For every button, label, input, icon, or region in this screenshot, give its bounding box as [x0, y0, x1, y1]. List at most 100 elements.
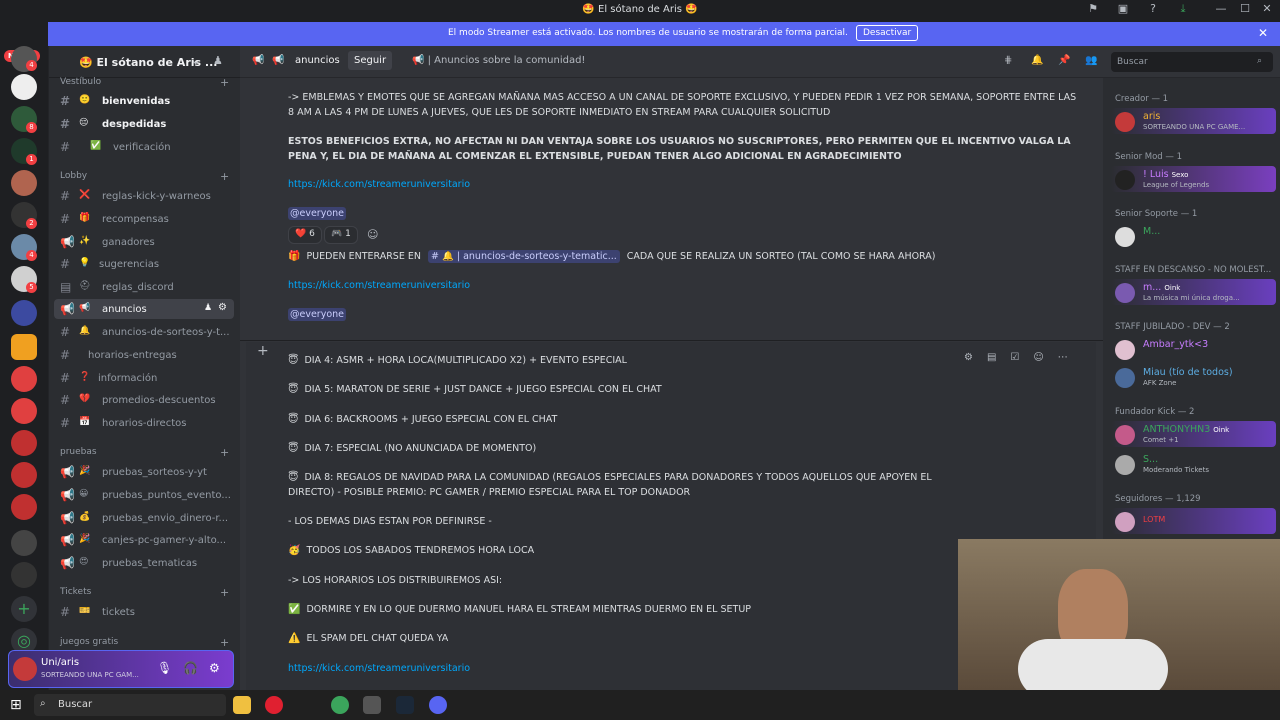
server-icon[interactable]	[11, 430, 37, 456]
windows-start-icon[interactable]: ⊞	[10, 697, 22, 713]
webcam-overlay	[958, 539, 1280, 699]
channel-ganadores[interactable]: 📢 ✨ ganadores	[54, 232, 234, 252]
member-item[interactable]: m... Oink La música mi única droga...	[1111, 279, 1276, 305]
opera-icon[interactable]	[265, 696, 283, 714]
channel-promedios-descuentos[interactable]: # 💔 promedios-descuentos	[54, 390, 234, 410]
server-icon[interactable]	[11, 366, 37, 392]
members-icon[interactable]: 👥	[1085, 55, 1097, 66]
channel-informacion[interactable]: # ❓ información	[54, 368, 234, 388]
everyone-mention[interactable]: @everyone	[288, 308, 347, 321]
search-input[interactable]: Buscar ⌕	[1111, 52, 1273, 72]
channel-emoji: 📢	[272, 55, 285, 66]
minimize-icon[interactable]: —	[1212, 2, 1230, 20]
channel-anuncios[interactable]: 📢 📢 anuncios ♟ ⚙	[54, 299, 234, 319]
avatar	[1115, 340, 1135, 360]
reaction-heart[interactable]: ❤️ 6	[288, 226, 322, 244]
schedule-line: 😇 DIA 7: ESPECIAL (NO ANUNCIADA DE MOMENT…	[288, 443, 537, 454]
channel-name: anuncios	[295, 55, 340, 66]
channel-topic: 📢 | Anuncios sobre la comunidad!	[412, 55, 586, 66]
member-item[interactable]: M...	[1111, 223, 1276, 249]
microphone-icon[interactable]: 🎙	[157, 661, 172, 675]
bell-icon[interactable]: 🔔	[1031, 55, 1043, 66]
channel-verificacion[interactable]: # ✅ verificación	[54, 137, 234, 157]
server-icon[interactable]	[11, 300, 37, 326]
chrome-icon[interactable]	[331, 696, 349, 714]
member-item[interactable]: ANTHONYHN3 Oink Comet +1	[1111, 421, 1276, 447]
add-member-icon[interactable]: ♟	[213, 54, 223, 67]
message-paragraph: - LOS DEMAS DIAS ESTAN POR DEFINIRSE -	[288, 516, 492, 527]
screen-icon[interactable]: ▣	[1114, 2, 1132, 20]
plus-icon[interactable]: +	[257, 343, 269, 359]
pin-icon[interactable]: 📌	[1058, 55, 1070, 66]
discord-icon[interactable]	[429, 696, 447, 714]
channel-pruebas-tematicas[interactable]: 📢 😍 pruebas_tematicas	[54, 553, 234, 573]
category-vestibulo[interactable]: Vestíbulo +	[60, 76, 229, 89]
channel-reglas-kick[interactable]: # ❌ reglas-kick-y-warneos	[54, 186, 234, 206]
follow-button[interactable]: Seguir	[348, 51, 393, 70]
member-item[interactable]: Ambar_ytk<3	[1111, 336, 1276, 362]
add-member-icon[interactable]: ♟	[204, 303, 212, 313]
headphones-icon[interactable]: 🎧	[183, 661, 198, 675]
channel-recompensas[interactable]: # 🎁 recompensas	[54, 209, 234, 229]
channel-reglas-discord[interactable]: ▤ ⛑ reglas_discord	[54, 277, 234, 297]
add-reaction-icon[interactable]: ☺	[367, 228, 378, 241]
member-item[interactable]: ! Luis Sexo League of Legends	[1111, 166, 1276, 192]
category-pruebas[interactable]: pruebas +	[60, 446, 229, 459]
download-icon[interactable]: ⤓	[1174, 2, 1192, 20]
category-lobby[interactable]: Lobby +	[60, 170, 229, 183]
channel-pruebas-envio[interactable]: 📢 💰 pruebas_envio_dinero-r...	[54, 508, 234, 528]
app-icon[interactable]	[363, 696, 381, 714]
avatar	[1115, 170, 1135, 190]
category-tickets[interactable]: Tickets +	[60, 586, 229, 599]
role-header: Senior Soporte — 1	[1115, 209, 1198, 219]
schedule-line: 😇 DIA 5: MARATON DE SERIE + JUST DANCE + …	[288, 384, 662, 395]
message-link[interactable]: https://kick.com/streameruniversitario	[288, 177, 1078, 192]
threads-icon[interactable]: ⋕	[1004, 55, 1012, 66]
member-item[interactable]: Miau (tío de todos) AFK Zone	[1111, 364, 1276, 390]
channel-despedidas[interactable]: # 😔 despedidas	[54, 114, 234, 134]
channel-horarios-entregas[interactable]: # horarios-entregas	[54, 345, 234, 365]
member-item[interactable]: S... Moderando Tickets	[1111, 451, 1276, 477]
close-icon[interactable]: ✕	[1258, 2, 1276, 20]
reaction-emote[interactable]: 🎮 1	[324, 226, 358, 244]
member-item[interactable]: LOTM	[1111, 508, 1276, 534]
close-icon[interactable]: ✕	[1258, 26, 1268, 40]
channel-pruebas-sorteos[interactable]: 📢 🎉 pruebas_sorteos-y-yt	[54, 462, 234, 482]
disable-streamer-button[interactable]: Desactivar	[856, 25, 919, 41]
maximize-icon[interactable]: ☐	[1236, 2, 1254, 20]
search-icon: ⌕	[40, 698, 46, 709]
inbox-icon[interactable]: ⚑	[1084, 2, 1102, 20]
channel-tickets[interactable]: # 🎫 tickets	[54, 602, 234, 622]
everyone-mention[interactable]: @everyone	[288, 207, 347, 220]
channel-horarios-directos[interactable]: # 📅 horarios-directos	[54, 413, 234, 433]
avatar[interactable]	[13, 657, 37, 681]
help-icon[interactable]: ?	[1144, 2, 1162, 20]
server-icon[interactable]	[11, 562, 37, 588]
server-icon[interactable]	[11, 530, 37, 556]
server-header[interactable]: 🤩 El sótano de Aris ... ⌄ ♟	[49, 46, 240, 78]
taskbar-search[interactable]: ⌕ Buscar	[34, 694, 226, 716]
role-header: Creador — 1	[1115, 94, 1169, 104]
channel-sugerencias[interactable]: # 💡 sugerencias	[54, 254, 234, 274]
channel-pruebas-puntos[interactable]: 📢 😀 pruebas_puntos_evento...	[54, 485, 234, 505]
server-icon[interactable]	[11, 494, 37, 520]
member-item[interactable]: aris SORTEANDO UNA PC GAME...	[1111, 108, 1276, 134]
message-link[interactable]: https://kick.com/streameruniversitario	[288, 278, 1078, 293]
file-explorer-icon[interactable]	[233, 696, 251, 714]
gear-icon[interactable]: ⚙	[209, 661, 220, 675]
announcement-icon: 📢	[252, 55, 265, 66]
steam-icon[interactable]	[396, 696, 414, 714]
gear-icon[interactable]: ⚙	[218, 302, 227, 313]
server-icon[interactable]	[11, 170, 37, 196]
channel-mention[interactable]: # 🔔 | anuncios-de-sorteos-y-tematic...	[428, 250, 620, 263]
channel-bienvenidas[interactable]: # 🙂 bienvenidas	[54, 91, 234, 111]
gift-icon[interactable]	[11, 334, 37, 360]
server-icon[interactable]	[11, 398, 37, 424]
channel-anuncios-sorteos[interactable]: # 🔔 anuncios-de-sorteos-y-t...	[54, 322, 234, 342]
channel-canjes[interactable]: 📢 🎉 canjes-pc-gamer-y-alto...	[54, 530, 234, 550]
avatar	[1115, 368, 1135, 388]
server-icon[interactable]	[11, 74, 37, 100]
category-juegos[interactable]: juegos gratis +	[60, 636, 229, 649]
add-server-icon[interactable]: +	[11, 596, 37, 622]
server-icon[interactable]	[11, 462, 37, 488]
